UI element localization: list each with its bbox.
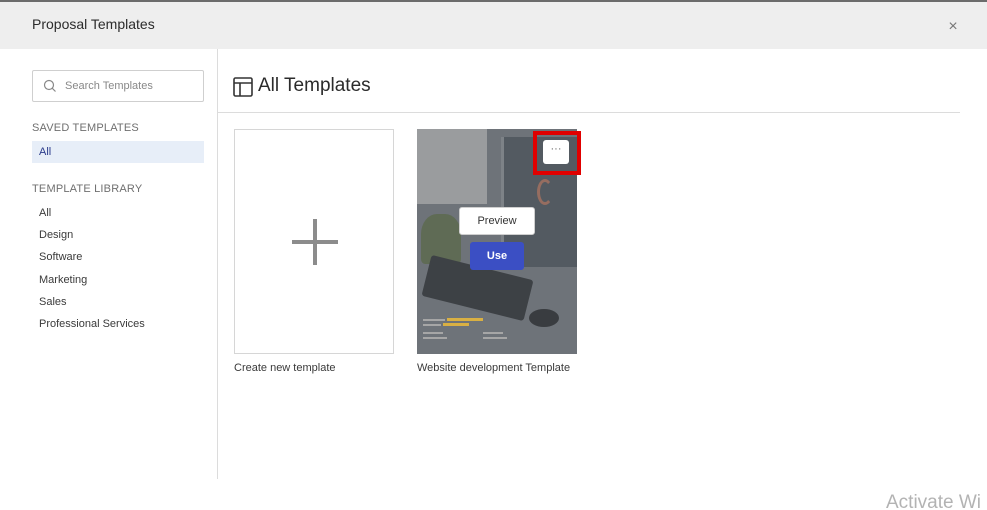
more-options-highlight: ··· (533, 131, 581, 175)
saved-templates-heading: SAVED TEMPLATES (32, 122, 139, 134)
preview-button[interactable]: Preview (459, 207, 535, 235)
search-icon (43, 79, 56, 92)
search-input[interactable] (65, 71, 201, 101)
sidebar-item-library-all[interactable]: All (32, 202, 204, 224)
dialog-header: Proposal Templates × (0, 2, 987, 49)
title-divider (218, 112, 960, 113)
more-options-button[interactable]: ··· (543, 140, 569, 164)
search-box[interactable] (32, 70, 204, 102)
activate-windows-watermark: Activate Wi (886, 492, 982, 510)
sidebar-item-sales[interactable]: Sales (32, 291, 204, 313)
use-button[interactable]: Use (470, 242, 524, 270)
close-button[interactable]: × (944, 18, 962, 36)
sidebar-item-design[interactable]: Design (32, 224, 204, 246)
create-template-label: Create new template (234, 362, 336, 374)
template-card-label: Website development Template (417, 362, 571, 374)
page-title: All Templates (258, 75, 371, 96)
sidebar-item-marketing[interactable]: Marketing (32, 269, 204, 291)
sidebar-item-saved-all[interactable]: All (32, 141, 204, 163)
template-library-heading: TEMPLATE LIBRARY (32, 183, 143, 195)
sidebar: SAVED TEMPLATES All TEMPLATE LIBRARY All… (0, 49, 218, 479)
layout-icon (233, 77, 253, 97)
sidebar-item-software[interactable]: Software (32, 246, 204, 268)
main-content: All Templates Create new template Previe… (218, 49, 987, 510)
create-template-card[interactable] (234, 129, 394, 354)
dialog-title: Proposal Templates (32, 16, 155, 32)
plus-icon (292, 219, 338, 265)
sidebar-item-professional-services[interactable]: Professional Services (32, 313, 204, 335)
